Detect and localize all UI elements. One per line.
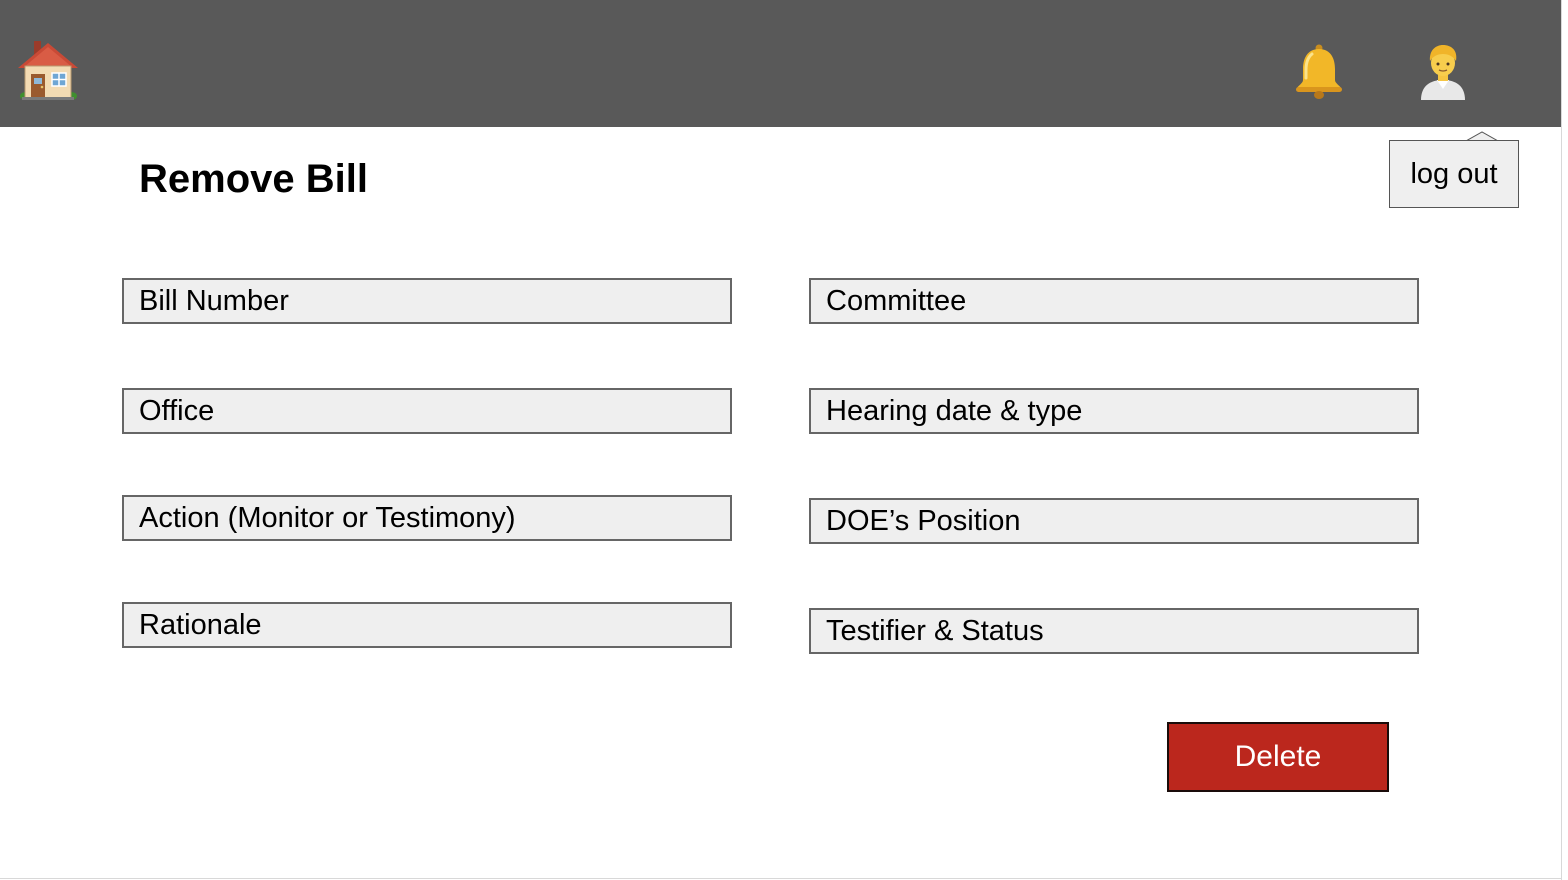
rationale-field[interactable]: Rationale xyxy=(122,602,732,648)
action-field[interactable]: Action (Monitor or Testimony) xyxy=(122,495,732,541)
logout-button[interactable]: log out xyxy=(1389,140,1519,208)
committee-field[interactable]: Committee xyxy=(809,278,1419,324)
doe-position-field[interactable]: DOE’s Position xyxy=(809,498,1419,544)
delete-button[interactable]: Delete xyxy=(1167,722,1389,792)
bill-number-field[interactable]: Bill Number xyxy=(122,278,732,324)
hearing-date-type-field[interactable]: Hearing date & type xyxy=(809,388,1419,434)
remove-bill-page: log out Remove Bill Bill Number Office A… xyxy=(0,0,1568,880)
testifier-status-field[interactable]: Testifier & Status xyxy=(809,608,1419,654)
page-right-border xyxy=(1561,0,1562,880)
home-icon[interactable] xyxy=(14,36,82,104)
top-navigation-bar xyxy=(0,0,1562,127)
user-avatar-icon[interactable] xyxy=(1412,40,1474,102)
office-field[interactable]: Office xyxy=(122,388,732,434)
page-bottom-border xyxy=(0,878,1562,879)
page-title: Remove Bill xyxy=(139,157,368,201)
bell-icon[interactable] xyxy=(1288,40,1350,102)
